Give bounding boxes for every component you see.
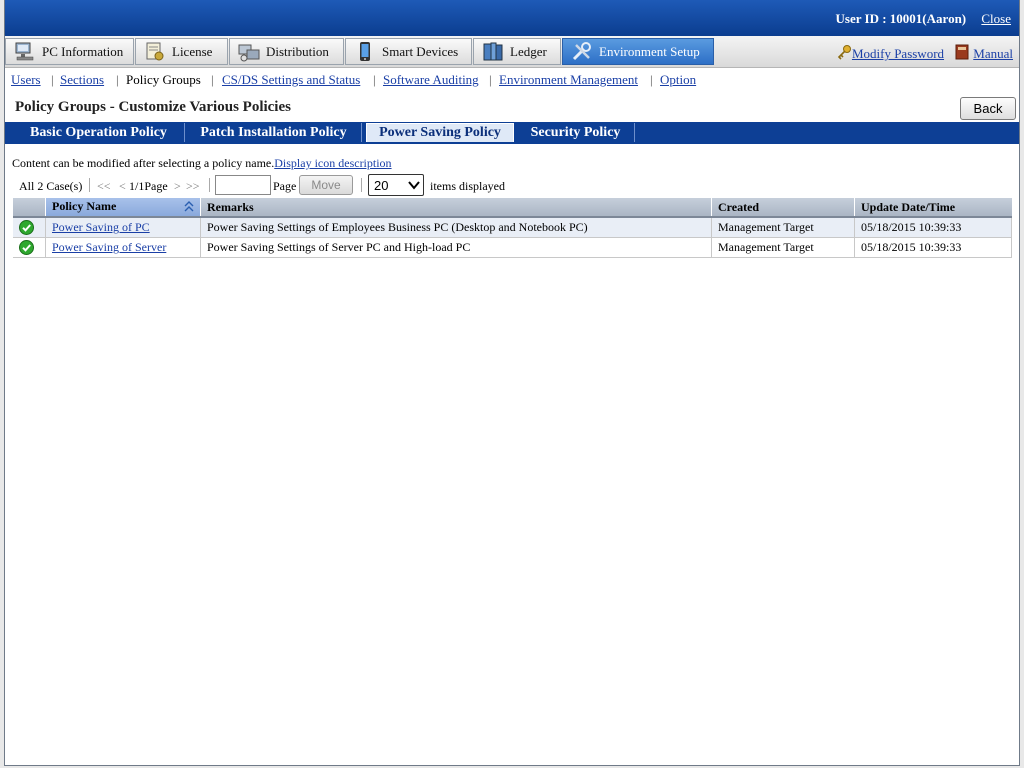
updated-cell: 05/18/2015 10:39:33	[854, 217, 1012, 238]
manual-link[interactable]: Manual	[973, 46, 1013, 62]
application-frame: User ID : 10001(Aaron) Close PC Informat…	[4, 0, 1020, 766]
pagination-bar: All 2 Case(s) << < 1/1Page > >> Page Mov…	[19, 174, 619, 197]
key-icon	[836, 44, 852, 64]
main-menu-bar: PC Information License Distribution Smar…	[5, 36, 1019, 68]
page-title: Policy Groups - Customize Various Polici…	[15, 99, 291, 115]
separator: |	[650, 72, 653, 87]
separator: |	[211, 72, 214, 87]
tools-icon	[571, 41, 593, 62]
record-count: All 2 Case(s)	[19, 179, 83, 193]
divider	[89, 178, 90, 192]
table-row: Power Saving of Server Power Saving Sett…	[13, 237, 1012, 258]
move-button[interactable]: Move	[299, 175, 353, 195]
tab-label: License	[172, 43, 213, 59]
tab-label: Ledger	[510, 43, 547, 59]
page-label: Page	[273, 179, 297, 193]
next-page-button[interactable]: >	[174, 179, 181, 194]
updated-cell: 05/18/2015 10:39:33	[854, 237, 1012, 258]
user-id-label: User ID : 10001(Aaron)	[835, 11, 967, 26]
sort-ascending-icon[interactable]	[184, 200, 194, 216]
column-label: Policy Name	[52, 198, 117, 213]
tab-basic-operation-policy[interactable]: Basic Operation Policy	[13, 123, 185, 142]
remarks-cell: Power Saving Settings of Server PC and H…	[200, 237, 712, 258]
manual-book-icon	[955, 44, 969, 64]
items-per-page-select[interactable]: 20	[368, 174, 424, 196]
tab-label: PC Information	[42, 43, 124, 59]
tab-smart-devices[interactable]: Smart Devices	[345, 38, 472, 65]
created-cell: Management Target	[711, 217, 855, 238]
page-number-input[interactable]	[215, 175, 271, 195]
divider	[209, 178, 210, 192]
policy-table: Policy Name Remarks Created Update Date/…	[13, 198, 1012, 258]
top-bar: User ID : 10001(Aaron) Close	[5, 0, 1019, 36]
divider	[361, 178, 362, 192]
policy-name-link[interactable]: Power Saving of Server	[52, 240, 166, 254]
subnav-environment-management[interactable]: Environment Management	[499, 72, 638, 87]
subnav-csds-settings[interactable]: CS/DS Settings and Status	[222, 72, 360, 87]
tab-patch-installation-policy[interactable]: Patch Installation Policy	[186, 123, 362, 142]
table-header-row: Policy Name Remarks Created Update Date/…	[13, 198, 1012, 218]
policy-tab-bar: Basic Operation Policy Patch Installatio…	[5, 122, 1019, 144]
license-icon	[144, 42, 166, 62]
column-header-remarks[interactable]: Remarks	[200, 198, 712, 218]
tab-license[interactable]: License	[135, 38, 228, 65]
status-cell	[13, 237, 46, 258]
tab-ledger[interactable]: Ledger	[473, 38, 561, 65]
status-column-header	[13, 198, 46, 218]
chevron-down-icon	[408, 179, 420, 191]
hint-text: Content can be modified after selecting …	[12, 156, 275, 170]
column-header-update-date-time[interactable]: Update Date/Time	[854, 198, 1012, 218]
tab-pc-information[interactable]: PC Information	[5, 38, 134, 65]
back-button[interactable]: Back	[960, 97, 1016, 120]
column-header-policy-name[interactable]: Policy Name	[45, 198, 201, 218]
first-page-button[interactable]: <<	[97, 179, 111, 194]
tab-label: Environment Setup	[599, 43, 700, 59]
close-link[interactable]: Close	[981, 11, 1011, 26]
subnav-policy-groups: Policy Groups	[126, 72, 201, 87]
tab-environment-setup[interactable]: Environment Setup	[562, 38, 714, 65]
separator: |	[116, 72, 119, 87]
items-displayed-label: items displayed	[430, 179, 505, 193]
display-icon-description-link[interactable]: Display icon description	[274, 156, 391, 170]
prev-page-button[interactable]: <	[119, 179, 126, 194]
pc-icon	[14, 42, 36, 62]
separator: |	[489, 72, 492, 87]
subnav-users[interactable]: Users	[11, 72, 41, 87]
sub-navigation: Users | Sections | Policy Groups | CS/DS…	[5, 68, 1019, 92]
tab-label: Distribution	[266, 43, 329, 59]
remarks-cell: Power Saving Settings of Employees Busin…	[200, 217, 712, 238]
separator: |	[373, 72, 376, 87]
check-circle-icon	[19, 240, 34, 256]
items-per-page-value: 20	[374, 178, 389, 193]
distribution-icon	[238, 42, 260, 62]
subnav-software-auditing[interactable]: Software Auditing	[383, 72, 479, 87]
subnav-option[interactable]: Option	[660, 72, 696, 87]
check-circle-icon	[19, 220, 34, 236]
policy-name-link[interactable]: Power Saving of PC	[52, 220, 150, 234]
table-row: Power Saving of PC Power Saving Settings…	[13, 217, 1012, 238]
tab-distribution[interactable]: Distribution	[229, 38, 344, 65]
ledger-icon	[482, 42, 504, 62]
modify-password-link[interactable]: Modify Password	[852, 46, 944, 62]
policy-name-cell: Power Saving of PC	[45, 217, 201, 238]
column-header-created[interactable]: Created	[711, 198, 855, 218]
status-cell	[13, 217, 46, 238]
page-indicator: 1/1Page	[129, 179, 168, 193]
tab-power-saving-policy[interactable]: Power Saving Policy	[366, 123, 514, 142]
user-info: User ID : 10001(Aaron) Close	[836, 11, 1011, 27]
utility-links: Modify Password Manual	[828, 44, 1013, 64]
separator: |	[51, 72, 54, 87]
policy-name-cell: Power Saving of Server	[45, 237, 201, 258]
smartphone-icon	[354, 41, 376, 62]
instruction-text: Content can be modified after selecting …	[12, 156, 392, 171]
last-page-button[interactable]: >>	[186, 179, 200, 194]
subnav-sections[interactable]: Sections	[60, 72, 104, 87]
created-cell: Management Target	[711, 237, 855, 258]
tab-security-policy[interactable]: Security Policy	[517, 123, 635, 142]
tab-label: Smart Devices	[382, 43, 459, 59]
